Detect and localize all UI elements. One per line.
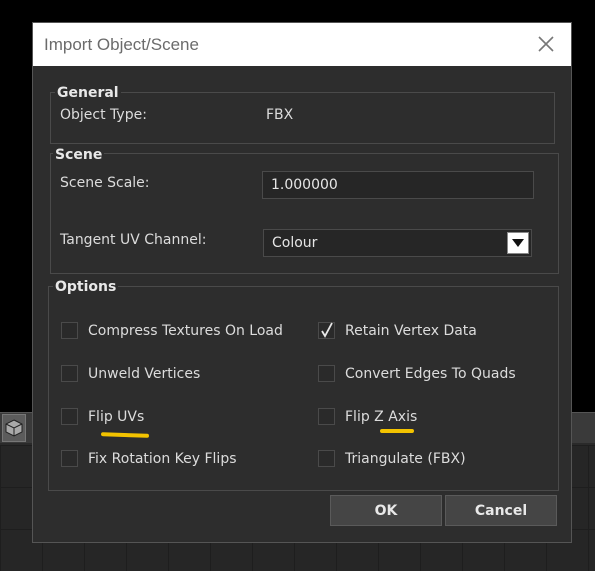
ok-button[interactable]: OK [330, 495, 442, 526]
checkbox-box[interactable] [61, 365, 78, 382]
tangent-uv-select[interactable]: Colour [263, 229, 532, 257]
dialog-title: Import Object/Scene [44, 35, 199, 54]
chevron-down-icon[interactable] [507, 232, 529, 254]
triangulate-checkbox[interactable]: Triangulate (FBX) [318, 450, 466, 467]
highlight-underline [380, 429, 414, 433]
convert-edges-checkbox[interactable]: Convert Edges To Quads [318, 365, 516, 382]
close-icon[interactable] [535, 33, 557, 55]
scene-scale-input[interactable]: 1.000000 [262, 171, 534, 199]
tangent-uv-value: Colour [272, 235, 318, 251]
flip-uvs-checkbox[interactable]: Flip UVs [61, 408, 144, 425]
options-legend: Options [53, 279, 119, 295]
cancel-button[interactable]: Cancel [445, 495, 557, 526]
import-dialog: Import Object/Scene General Object Type:… [32, 22, 572, 543]
compress-textures-checkbox[interactable]: Compress Textures On Load [61, 322, 283, 339]
scene-scale-label: Scene Scale: [60, 175, 150, 191]
checkbox-box[interactable] [61, 322, 78, 339]
retain-vertex-data-checkbox[interactable]: Retain Vertex Data [318, 322, 477, 339]
title-bar: Import Object/Scene [33, 23, 571, 66]
general-legend: General [55, 85, 121, 101]
fix-rotation-checkbox[interactable]: Fix Rotation Key Flips [61, 450, 237, 467]
checkbox-box[interactable] [61, 408, 78, 425]
checkbox-box[interactable] [318, 450, 335, 467]
checkbox-box[interactable] [61, 450, 78, 467]
flip-z-axis-checkbox[interactable]: Flip Z Axis [318, 408, 417, 425]
cube-tool-icon[interactable] [2, 414, 26, 442]
object-type-label: Object Type: [60, 107, 147, 123]
checkbox-box[interactable] [318, 322, 335, 339]
checkbox-box[interactable] [318, 408, 335, 425]
checkbox-box[interactable] [318, 365, 335, 382]
scene-legend: Scene [53, 147, 105, 163]
checkmark-icon [321, 322, 333, 338]
tangent-uv-label: Tangent UV Channel: [60, 232, 207, 248]
unweld-vertices-checkbox[interactable]: Unweld Vertices [61, 365, 200, 382]
object-type-value: FBX [266, 107, 294, 123]
